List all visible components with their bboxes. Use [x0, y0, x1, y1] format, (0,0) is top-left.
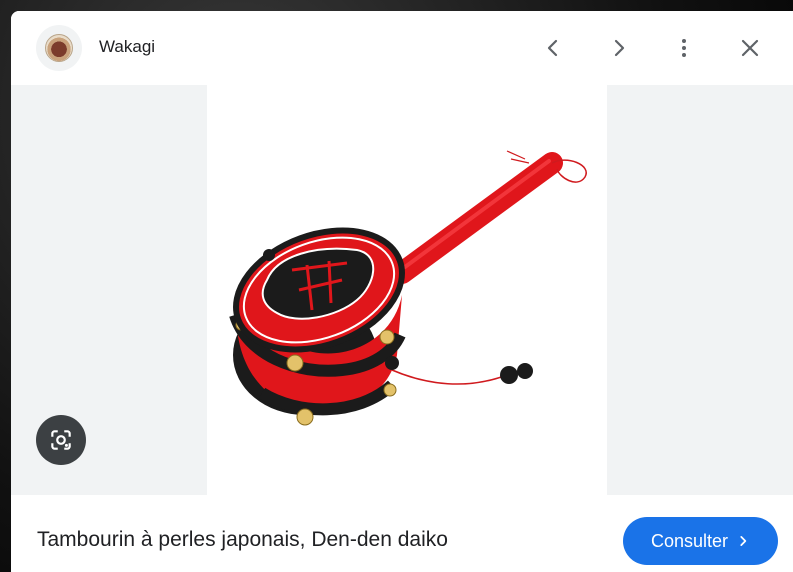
- chevron-right-icon: [740, 536, 747, 546]
- close-button[interactable]: [729, 27, 771, 69]
- next-button[interactable]: [598, 27, 640, 69]
- den-den-daiko-drum-image: [229, 150, 587, 426]
- viewer-footer: Tambourin à perles japonais, Den-den dai…: [11, 495, 793, 572]
- visit-button-label: Consulter: [650, 530, 729, 551]
- backdrop: Wakagi Tambourin à perles japonais, Den-…: [0, 0, 793, 572]
- image-title[interactable]: Tambourin à perles japonais, Den-den dai…: [37, 528, 448, 552]
- image-area: [11, 85, 793, 495]
- chevron-right-icon: [614, 39, 625, 57]
- lens-icon: [51, 430, 71, 450]
- visual-search-button[interactable]: [36, 415, 86, 465]
- source-avatar[interactable]: [36, 25, 82, 71]
- previous-button[interactable]: [532, 27, 574, 69]
- chevron-left-icon: [547, 39, 558, 57]
- close-icon: [741, 39, 759, 57]
- image-viewer-panel: Wakagi Tambourin à perles japonais, Den-…: [11, 11, 793, 572]
- viewer-header: Wakagi: [11, 11, 793, 85]
- more-vert-icon: [682, 39, 686, 57]
- more-options-button[interactable]: [663, 27, 705, 69]
- product-image[interactable]: [207, 85, 607, 495]
- source-name[interactable]: Wakagi: [99, 37, 155, 57]
- visit-button[interactable]: Consulter: [623, 517, 778, 565]
- source-logo: [45, 34, 73, 62]
